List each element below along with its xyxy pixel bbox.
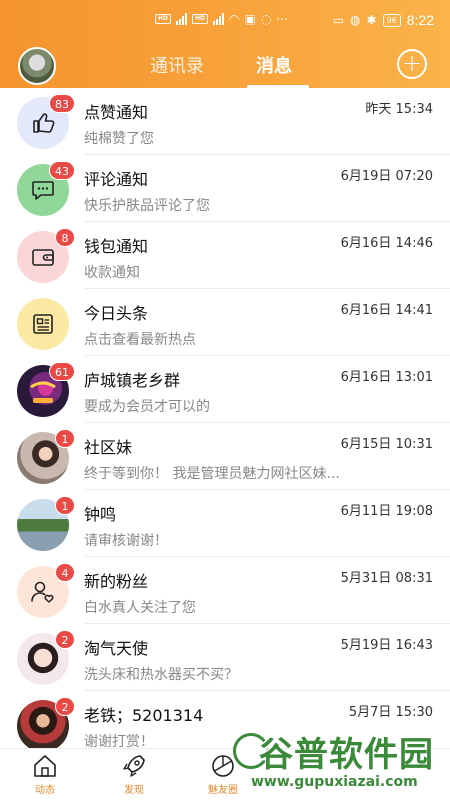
list-item[interactable]: 2 老铁；5201314 谢谢打赏！ 5月7日 15:30 [0,691,450,748]
unread-badge: 1 [55,496,75,515]
item-subtitle: 点击查看最新热点 [84,332,196,348]
wifi-icon: ◠ [229,12,240,26]
status-left-icons: HD HD ◠ ▣ ◌ ⋯ [155,13,288,25]
nav-label: 魅友圈 [208,785,238,796]
item-time: 6月16日 13:01 [340,370,433,385]
item-subtitle: 纯棉赞了您 [84,131,154,147]
item-subtitle: 快乐护肤品评论了您 [84,198,210,214]
battery-icon: 96 [382,13,401,27]
bluetooth-icon: ✱ [366,13,377,27]
nfc-icon: ▭ [332,13,345,27]
unread-badge: 61 [49,362,75,381]
list-item[interactable]: 61 庐城镇老乡群 要成为会员才可以的 6月16日 13:01 [0,356,450,423]
item-title: 点赞通知 [84,103,149,122]
item-title: 新的粉丝 [84,572,149,591]
item-subtitle: 终于等到你！ 我是管理员魅力网社区妹... [84,466,340,482]
user-avatar: 2 [17,697,75,748]
item-title: 钟鸣 [84,505,117,524]
thumbs-up-icon: 83 [17,94,75,149]
list-item[interactable]: 43 评论通知 快乐护肤品评论了您 6月19日 07:20 [0,155,450,222]
bottom-nav: 动态 发现 魅友圈 [0,748,450,800]
list-item[interactable]: 4 新的粉丝 白水真人关注了您 5月31日 08:31 [0,557,450,624]
comment-icon: 43 [17,161,75,216]
unread-badge: 2 [55,630,75,649]
my-avatar[interactable] [18,47,56,85]
user-avatar: 2 [17,630,75,685]
list-item[interactable]: 2 淘气天使 洗头床和热水器买不买？ 5月19日 16:43 [0,624,450,691]
hd-indicator-1: HD [155,14,172,24]
item-subtitle: 要成为会员才可以的 [84,399,210,415]
item-subtitle: 洗头床和热水器买不买？ [84,667,238,683]
silent-icon: ◍ [350,13,361,27]
group-avatar: 61 [17,362,75,417]
item-title: 庐城镇老乡群 [84,371,181,390]
item-time: 6月15日 10:31 [340,437,433,452]
item-time: 6月11日 19:08 [340,504,433,519]
unread-badge: 8 [55,228,75,247]
add-button[interactable]: + [397,49,427,79]
item-title: 淘气天使 [84,639,149,658]
nav-friends-circle[interactable]: 魅友圈 [193,753,253,796]
wechat-icon: ◌ [260,12,272,26]
signal-icon-1 [176,13,188,25]
list-item[interactable]: 今日头条 点击查看最新热点 6月16日 14:41 [0,289,450,356]
hd-indicator-2: HD [192,14,209,24]
app-header: HD HD ◠ ▣ ◌ ⋯ ▭ ◍ ✱ 96 8:22 通讯录 消息 + [0,0,450,88]
moments-icon [212,755,234,777]
status-right-icons: ▭ ◍ ✱ 96 8:22 [333,12,434,28]
item-title: 今日头条 [84,304,149,323]
list-item[interactable]: 1 社区妹 终于等到你！ 我是管理员魅力网社区妹... 6月15日 10:31 [0,423,450,490]
nav-label: 动态 [35,785,55,796]
item-subtitle: 白水真人关注了您 [84,600,196,616]
rocket-icon [123,755,145,777]
item-time: 6月16日 14:46 [340,236,433,251]
top-nav: 通讯录 消息 + [0,40,450,88]
clock: 8:22 [406,12,434,28]
more-notifications-icon: ⋯ [276,12,289,26]
signal-icon-2 [213,13,225,25]
nav-dynamic[interactable]: 动态 [15,753,75,796]
unread-badge: 4 [55,563,75,582]
item-title: 老铁；5201314 [84,706,204,725]
nav-discover[interactable]: 发现 [104,753,164,796]
item-subtitle: 请审核谢谢！ [84,533,168,549]
user-avatar: 1 [17,496,75,551]
item-subtitle: 收款通知 [84,265,140,281]
wallet-icon: 8 [17,228,75,283]
unread-badge: 83 [49,94,75,113]
item-title: 社区妹 [84,438,133,457]
tab-messages[interactable]: 消息 [256,52,292,78]
list-item[interactable]: 83 点赞通知 纯棉赞了您 昨天 15:34 [0,88,450,155]
news-icon [17,298,69,350]
item-time: 6月19日 07:20 [340,169,433,184]
message-list: 83 点赞通知 纯棉赞了您 昨天 15:34 43 评论通知 快乐护肤品评论了您… [0,88,450,748]
item-title: 评论通知 [84,170,149,189]
item-time: 5月7日 15:30 [348,705,433,720]
item-title: 钱包通知 [84,237,149,256]
list-item[interactable]: 8 钱包通知 收款通知 6月16日 14:46 [0,222,450,289]
item-subtitle: 谢谢打赏！ [84,734,154,748]
user-avatar: 1 [17,429,75,484]
item-time: 6月16日 14:41 [340,303,433,318]
list-item[interactable]: 1 钟鸣 请审核谢谢！ 6月11日 19:08 [0,490,450,557]
app-notification-icon: ▣ [244,12,256,26]
item-time: 5月31日 08:31 [340,571,433,586]
new-fan-icon: 4 [17,563,75,618]
unread-badge: 1 [55,429,75,448]
item-time: 5月19日 16:43 [340,638,433,653]
tab-contacts[interactable]: 通讯录 [150,52,204,78]
home-icon [34,755,56,777]
item-time: 昨天 15:34 [365,102,433,117]
status-bar: HD HD ◠ ▣ ◌ ⋯ ▭ ◍ ✱ 96 8:22 [0,0,450,40]
nav-label: 发现 [124,785,144,796]
unread-badge: 2 [55,697,75,716]
unread-badge: 43 [49,161,75,180]
